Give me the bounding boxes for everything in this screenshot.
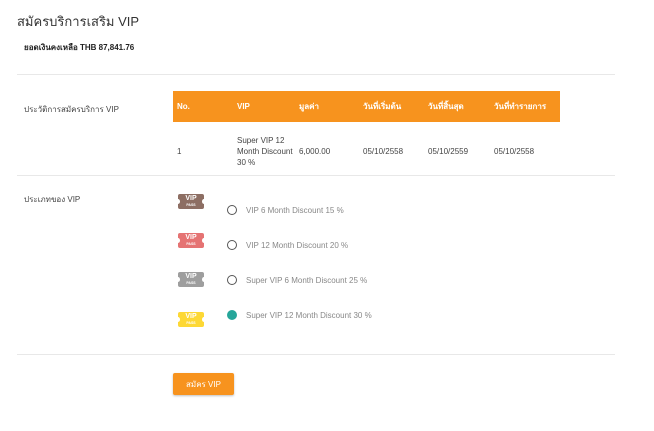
cell-no: 1 [177, 146, 182, 156]
vip-pass-ticket-icon: VIP PASS [176, 312, 206, 327]
vip-option-6m-15[interactable]: VIP 6 Month Discount 15 % [227, 203, 344, 217]
cell-end-date: 05/10/2559 [428, 146, 469, 156]
ticket-pass-text: PASS [186, 242, 196, 246]
radio-button[interactable] [227, 310, 237, 320]
header-no: No. [177, 102, 190, 111]
vip-option-label: Super VIP 12 Month Discount 30 % [246, 310, 372, 320]
balance-text: ยอดเงินคงเหลือ THB 87,841.76 [24, 43, 135, 52]
cell-start-date: 05/10/2558 [363, 146, 404, 156]
header-start-date: วันที่เริ่มต้น [363, 102, 402, 111]
header-value: มูลค่า [299, 102, 320, 111]
vip-pass-ticket-icon: VIP PASS [176, 233, 206, 248]
vip-option-12m-20[interactable]: VIP 12 Month Discount 20 % [227, 238, 348, 252]
ticket-pass-text: PASS [186, 203, 196, 207]
cell-value: 6,000.00 [299, 146, 331, 156]
vip-option-super-12m-30[interactable]: Super VIP 12 Month Discount 30 % [227, 308, 372, 322]
ticket-vip-text: VIP [185, 273, 197, 280]
divider [17, 175, 615, 176]
ticket-vip-text: VIP [185, 234, 197, 241]
ticket-pass-text: PASS [186, 321, 196, 325]
header-transaction-date: วันที่ทำรายการ [494, 102, 547, 111]
subscribe-vip-button[interactable]: สมัคร VIP [173, 373, 234, 395]
header-end-date: วันที่สิ้นสุด [428, 102, 464, 111]
divider [17, 354, 615, 355]
radio-button[interactable] [227, 240, 237, 250]
ticket-pass-text: PASS [186, 281, 196, 285]
history-table: No. VIP มูลค่า วันที่เริ่มต้น วันที่สิ้น… [173, 91, 560, 180]
vip-option-label: Super VIP 6 Month Discount 25 % [246, 275, 368, 285]
cell-vip: Super VIP 12 Month Discount 30 % [237, 135, 293, 167]
history-label: ประวัติการสมัครบริการ VIP [24, 105, 119, 114]
cell-transaction-date: 05/10/2558 [494, 146, 535, 156]
divider [17, 74, 615, 75]
vip-option-label: VIP 6 Month Discount 15 % [246, 205, 344, 215]
ticket-vip-text: VIP [185, 195, 197, 202]
radio-button[interactable] [227, 205, 237, 215]
table-header: No. VIP มูลค่า วันที่เริ่มต้น วันที่สิ้น… [173, 91, 560, 122]
header-vip: VIP [237, 102, 250, 111]
vip-option-label: VIP 12 Month Discount 20 % [246, 240, 349, 250]
ticket-vip-text: VIP [185, 313, 197, 320]
vip-pass-ticket-icon: VIP PASS [176, 272, 206, 287]
vip-option-super-6m-25[interactable]: Super VIP 6 Month Discount 25 % [227, 273, 367, 287]
table-row: 1 Super VIP 12 Month Discount 30 % 6,000… [173, 122, 560, 180]
radio-button[interactable] [227, 275, 237, 285]
vip-types-label: ประเภทของ VIP [24, 195, 81, 204]
vip-pass-ticket-icon: VIP PASS [176, 194, 206, 209]
page-title: สมัครบริการเสริม VIP [17, 14, 140, 29]
